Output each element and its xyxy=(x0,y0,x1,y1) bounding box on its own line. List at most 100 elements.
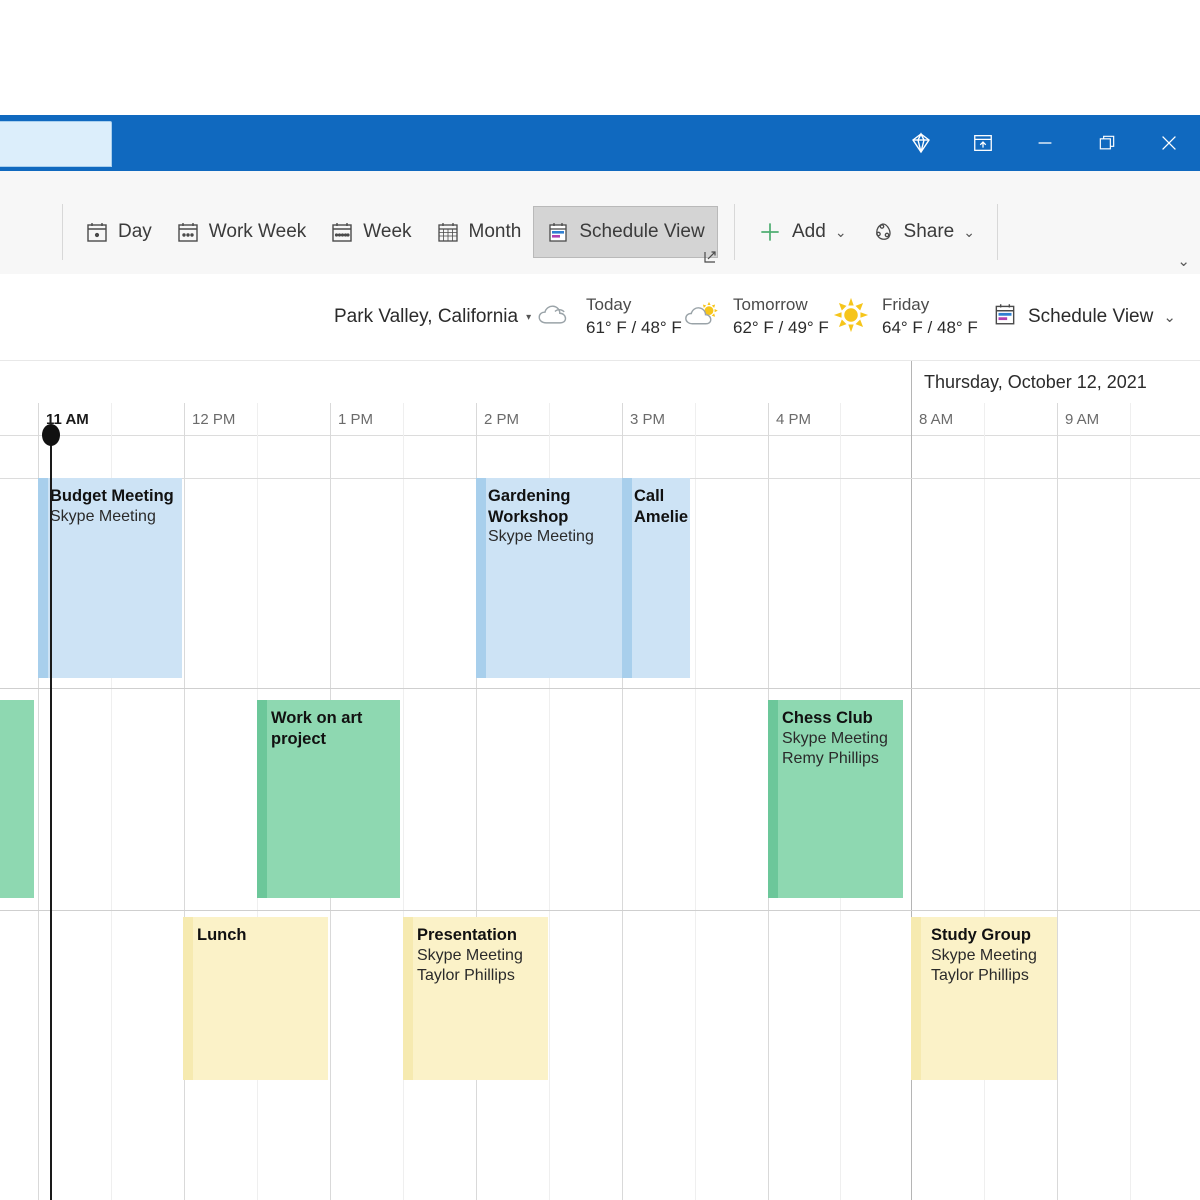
weather-day-temp: 62° F / 49° F xyxy=(733,317,829,340)
day-header-row: Thursday, October 12, 2021 xyxy=(0,361,1200,404)
minimize-icon[interactable] xyxy=(1014,115,1076,171)
event-subtitle: Skype Meeting xyxy=(417,946,540,966)
weather-bar: Park Valley, California ▾ Today 61° F / … xyxy=(0,274,1200,361)
title-bar xyxy=(0,115,1200,171)
diamond-icon[interactable] xyxy=(890,115,952,171)
event-attendee: Taylor Phillips xyxy=(417,966,540,986)
share-button[interactable]: Share ⌄ xyxy=(859,207,987,257)
event-lunch[interactable]: Lunch xyxy=(183,917,328,1080)
view-selector-label: Schedule View xyxy=(1028,306,1153,328)
outlook-calendar-window: s Day xyxy=(0,0,1200,1200)
calendar-month-icon xyxy=(436,220,460,244)
ribbon-divider xyxy=(734,204,735,260)
ribbon-collapse-icon[interactable]: ⌄ xyxy=(1177,252,1190,270)
weather-day-temp: 64° F / 48° F xyxy=(882,317,978,340)
event-attendee: Remy Phillips xyxy=(782,749,895,769)
ribbon-divider xyxy=(62,204,63,260)
partly-sunny-icon xyxy=(681,299,723,336)
window-tab-stub[interactable] xyxy=(0,121,112,167)
view-button-schedule-view-label: Schedule View xyxy=(579,221,704,243)
weather-day-temp: 61° F / 48° F xyxy=(586,317,682,340)
event-subtitle: Skype Meeting xyxy=(50,507,174,527)
share-icon xyxy=(871,220,895,244)
event-accent-bar xyxy=(622,478,632,678)
view-button-month[interactable]: Month xyxy=(424,207,534,257)
grid-line-half-hour xyxy=(1130,403,1131,1200)
view-button-week-label: Week xyxy=(363,221,411,243)
weather-day-name: Today xyxy=(586,294,682,317)
close-icon[interactable] xyxy=(1138,115,1200,171)
day-header-thursday: Thursday, October 12, 2021 xyxy=(911,361,1200,403)
plus-icon xyxy=(757,219,783,245)
restore-icon[interactable] xyxy=(1076,115,1138,171)
event-accent-bar xyxy=(183,917,193,1080)
event-accent-bar xyxy=(911,917,921,1080)
event-green-clipped[interactable] xyxy=(0,700,34,898)
schedule-view-icon xyxy=(992,301,1018,333)
ribbon-display-options-icon[interactable] xyxy=(952,115,1014,171)
weather-day-name: Tomorrow xyxy=(733,294,829,317)
ribbon-arrange-group: s xyxy=(0,201,4,263)
event-title: Call Amelie xyxy=(634,486,682,527)
current-time-line xyxy=(50,436,52,1200)
arrangement-dialog-launcher-icon[interactable] xyxy=(703,248,719,264)
chevron-down-icon: ⌄ xyxy=(1163,308,1176,326)
weather-location-selector[interactable]: Park Valley, California ▾ xyxy=(334,306,531,328)
title-bar-controls xyxy=(890,115,1200,171)
event-title: Chess Club xyxy=(782,708,895,729)
view-button-week[interactable]: Week xyxy=(318,207,423,257)
add-button[interactable]: Add ⌄ xyxy=(745,207,859,257)
event-title: Budget Meeting xyxy=(50,486,174,507)
sunny-icon xyxy=(830,297,872,338)
event-title: Lunch xyxy=(197,925,320,946)
event-call-amelie[interactable]: Call Amelie xyxy=(622,478,690,678)
event-work-on-art-project[interactable]: Work on art project xyxy=(257,700,400,898)
event-accent-bar xyxy=(476,478,486,678)
grid-line-half-hour xyxy=(695,403,696,1200)
ribbon-manage-group: Add ⌄ Share ⌄ xyxy=(724,201,1008,263)
event-title: Gardening Workshop xyxy=(488,486,614,527)
event-accent-bar xyxy=(257,700,267,898)
current-time-marker xyxy=(42,424,60,446)
calendar-week-icon xyxy=(330,220,354,244)
weather-day-friday[interactable]: Friday 64° F / 48° F xyxy=(830,294,978,340)
event-chess-club[interactable]: Chess Club Skype Meeting Remy Phillips xyxy=(768,700,903,898)
calendar-grid: Thursday, October 12, 2021 11 AM 12 PM 1… xyxy=(0,361,1200,1200)
event-title: Presentation xyxy=(417,925,540,946)
grid-line-hour xyxy=(184,403,185,1200)
view-button-schedule-view[interactable]: Schedule View xyxy=(533,206,717,258)
event-attendee: Taylor Phillips xyxy=(931,966,1049,986)
event-title: Work on art project xyxy=(271,708,392,749)
grid-line-half-hour xyxy=(403,403,404,1200)
grid-row-separator xyxy=(0,910,1200,911)
ribbon: s Day xyxy=(0,171,1200,275)
event-subtitle: Skype Meeting xyxy=(782,729,895,749)
weather-day-tomorrow[interactable]: Tomorrow 62° F / 49° F xyxy=(681,294,829,340)
view-selector[interactable]: Schedule View ⌄ xyxy=(992,301,1176,333)
event-accent-bar xyxy=(38,478,48,678)
event-subtitle: Skype Meeting xyxy=(488,527,614,547)
time-ruler: 11 AM 12 PM 1 PM 2 PM 3 PM 4 PM 8 AM 9 A… xyxy=(0,403,1200,436)
weather-day-today[interactable]: Today 61° F / 48° F xyxy=(534,294,682,340)
event-study-group[interactable]: Study Group Skype Meeting Taylor Phillip… xyxy=(911,917,1057,1080)
chevron-down-icon: ▾ xyxy=(526,312,531,323)
grid-line-hour xyxy=(1057,403,1058,1200)
view-button-day[interactable]: Day xyxy=(73,207,164,257)
event-budget-meeting[interactable]: Budget Meeting Skype Meeting xyxy=(38,478,182,678)
chevron-down-icon: ⌄ xyxy=(963,224,975,241)
chevron-down-icon: ⌄ xyxy=(835,224,847,241)
view-button-work-week-label: Work Week xyxy=(209,221,307,243)
cloudy-icon xyxy=(534,299,576,336)
event-gardening-workshop[interactable]: Gardening Workshop Skype Meeting xyxy=(476,478,622,678)
add-button-label: Add xyxy=(792,221,826,243)
event-presentation[interactable]: Presentation Skype Meeting Taylor Philli… xyxy=(403,917,548,1080)
event-subtitle: Skype Meeting xyxy=(931,946,1049,966)
weather-day-name: Friday xyxy=(882,294,978,317)
weather-location-label: Park Valley, California xyxy=(334,306,518,328)
view-button-day-label: Day xyxy=(118,221,152,243)
time-label-9am: 9 AM xyxy=(1057,403,1200,435)
event-accent-bar xyxy=(768,700,778,898)
view-button-work-week[interactable]: Work Week xyxy=(164,207,319,257)
grid-line-half-hour xyxy=(984,403,985,1200)
ribbon-view-group: Day Work Week xyxy=(52,201,718,263)
